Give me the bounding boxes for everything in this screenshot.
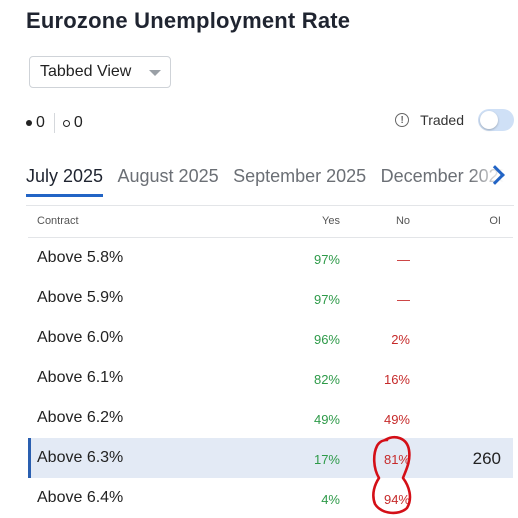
header-oi: OI bbox=[489, 215, 501, 227]
yes-price[interactable]: 4% bbox=[321, 492, 340, 507]
table-row[interactable]: Above 6.0% 96% 2% bbox=[28, 318, 513, 358]
view-select-dropdown[interactable]: Tabbed View bbox=[29, 56, 171, 88]
contract-label: Above 5.8% bbox=[37, 249, 124, 266]
table-header: Contract Yes No OI bbox=[28, 206, 513, 238]
open-interest: 260 bbox=[472, 449, 501, 468]
contract-label: Above 6.1% bbox=[37, 369, 124, 386]
table-row[interactable]: Above 6.2% 49% 49% bbox=[28, 398, 513, 438]
header-no: No bbox=[395, 215, 410, 227]
no-price[interactable]: — bbox=[397, 292, 410, 307]
contract-label: Above 5.9% bbox=[37, 289, 124, 306]
filled-dot-icon bbox=[26, 120, 32, 126]
caret-down-icon bbox=[149, 70, 161, 76]
month-tabs: July 2025 August 2025 September 2025 Dec… bbox=[26, 164, 508, 206]
no-price[interactable]: — bbox=[397, 252, 410, 267]
no-price[interactable]: 2% bbox=[391, 332, 410, 347]
yes-price[interactable]: 97% bbox=[314, 252, 340, 267]
toggle-knob bbox=[480, 111, 498, 129]
tab-august-2025[interactable]: August 2025 bbox=[118, 164, 219, 197]
yes-price[interactable]: 96% bbox=[314, 332, 340, 347]
yes-price[interactable]: 17% bbox=[314, 452, 340, 467]
traded-filter: ! Traded bbox=[395, 109, 514, 131]
traded-toggle[interactable] bbox=[478, 109, 514, 131]
traded-label: Traded bbox=[420, 112, 464, 128]
tab-september-2025[interactable]: September 2025 bbox=[233, 164, 366, 197]
no-price[interactable]: 94% bbox=[384, 492, 410, 507]
contract-label: Above 6.0% bbox=[37, 329, 124, 346]
header-yes: Yes bbox=[322, 215, 340, 227]
contract-label: Above 6.4% bbox=[37, 489, 124, 506]
yes-price[interactable]: 49% bbox=[314, 412, 340, 427]
hollow-dot-icon bbox=[62, 119, 70, 127]
hollow-count: 0 bbox=[73, 114, 83, 131]
table-row-selected[interactable]: Above 6.3% 17% 81% 260 bbox=[28, 438, 513, 478]
contracts-table: Contract Yes No OI Above 5.8% 97% — Abov… bbox=[28, 206, 513, 518]
order-counters: 0 0 bbox=[26, 113, 83, 133]
yes-price[interactable]: 97% bbox=[314, 292, 340, 307]
table-row[interactable]: Above 6.4% 4% 94% bbox=[28, 478, 513, 518]
table-row[interactable]: Above 6.1% 82% 16% bbox=[28, 358, 513, 398]
info-icon[interactable]: ! bbox=[395, 113, 410, 127]
counter-divider bbox=[53, 113, 55, 133]
table-row[interactable]: Above 5.8% 97% — bbox=[28, 238, 513, 278]
no-price[interactable]: 81% bbox=[384, 452, 410, 467]
contract-label: Above 6.2% bbox=[37, 409, 124, 426]
no-price[interactable]: 49% bbox=[384, 412, 410, 427]
yes-price[interactable]: 82% bbox=[314, 372, 340, 387]
view-select-value: Tabbed View bbox=[40, 63, 132, 80]
page-title: Eurozone Unemployment Rate bbox=[26, 8, 351, 33]
table-row[interactable]: Above 5.9% 97% — bbox=[28, 278, 513, 318]
tab-july-2025[interactable]: July 2025 bbox=[26, 164, 104, 197]
no-price[interactable]: 16% bbox=[384, 372, 410, 387]
header-contract: Contract bbox=[37, 215, 79, 227]
filled-count: 0 bbox=[36, 114, 45, 131]
contract-label: Above 6.3% bbox=[37, 449, 124, 466]
